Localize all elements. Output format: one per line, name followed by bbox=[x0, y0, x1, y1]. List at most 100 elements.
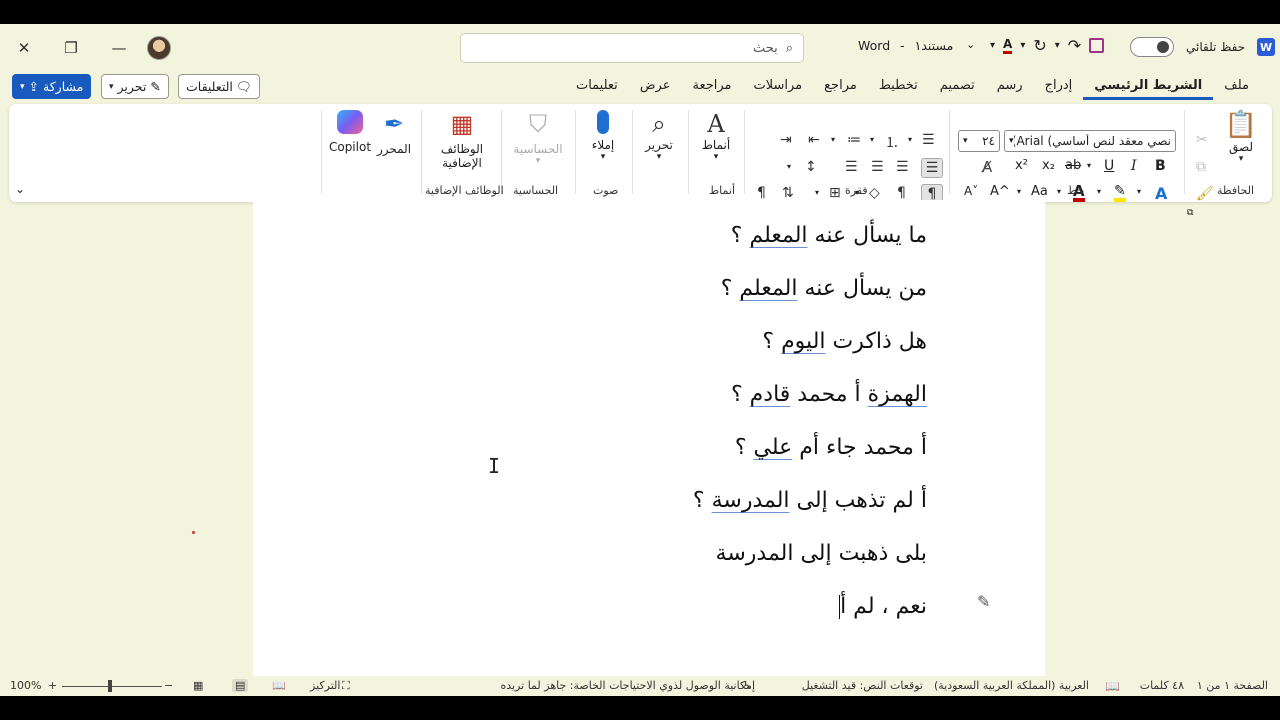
editor-suggestion-icon[interactable]: ✎ bbox=[977, 592, 990, 611]
font-size-combo[interactable]: ٢٤ ▾ bbox=[958, 130, 1000, 152]
tab-layout[interactable]: تخطيط bbox=[868, 74, 929, 100]
clear-formatting-icon[interactable]: A̸ bbox=[982, 158, 992, 176]
restore-icon[interactable]: ❐ bbox=[51, 28, 91, 68]
collapse-ribbon-icon[interactable]: ⌄ bbox=[15, 182, 25, 196]
cut-icon[interactable]: ✂ bbox=[1196, 132, 1208, 148]
show-marks-icon[interactable]: ¶ bbox=[757, 185, 766, 201]
accessibility-status[interactable]: إمكانية الوصول لذوي الاحتياجات الخاصة: ج… bbox=[500, 679, 755, 692]
focus-label[interactable]: التركيز bbox=[310, 679, 340, 692]
chevron-down-icon[interactable]: ▾ bbox=[1097, 187, 1101, 196]
multilevel-list-icon[interactable]: ≔ bbox=[847, 132, 861, 148]
superscript-button[interactable]: x² bbox=[1015, 158, 1028, 173]
align-center-icon[interactable]: ☰ bbox=[896, 159, 909, 175]
text-predictions[interactable]: توقعات النص: قيد التشغيل bbox=[802, 679, 923, 692]
chevron-down-icon[interactable]: ▾ bbox=[870, 135, 874, 144]
chevron-down-icon[interactable]: ▾ bbox=[1087, 161, 1091, 170]
sort-icon[interactable]: ⇅ bbox=[782, 185, 794, 201]
undo-icon[interactable]: ↷ bbox=[1068, 36, 1081, 55]
qat-more-icon[interactable]: ▾ bbox=[1020, 40, 1025, 51]
chevron-down-icon[interactable]: ▾ bbox=[787, 162, 791, 171]
line-spacing-icon[interactable]: ↕ bbox=[805, 159, 817, 175]
find-editing-button[interactable]: ⌕ تحرير ▾ bbox=[639, 110, 679, 162]
search-box[interactable]: ⌕ بحث bbox=[460, 33, 804, 63]
minimize-icon[interactable]: — bbox=[99, 28, 139, 68]
dictate-button[interactable]: إملاء ▾ bbox=[584, 110, 622, 162]
increase-indent-icon[interactable]: ⇥ bbox=[780, 132, 792, 148]
read-mode-icon[interactable]: 📖 bbox=[272, 679, 286, 692]
paste-button[interactable]: 📋 لصق ▾ bbox=[1221, 110, 1261, 164]
strikethrough-button[interactable]: ab bbox=[1065, 158, 1081, 173]
styles-button[interactable]: A أنماط ▾ bbox=[697, 110, 735, 162]
tab-draw[interactable]: رسم bbox=[986, 74, 1034, 100]
page-count[interactable]: الصفحة ١ من ١ bbox=[1197, 679, 1268, 692]
editor-button[interactable]: ✒ المحرر bbox=[375, 110, 413, 156]
bullets-icon[interactable]: ☰ bbox=[922, 132, 935, 148]
change-case-icon[interactable]: Aa bbox=[1031, 184, 1048, 199]
text-effects-icon[interactable]: A bbox=[1155, 184, 1167, 203]
shrink-font-icon[interactable]: A˅ bbox=[964, 184, 978, 198]
align-left-icon[interactable]: ☰ bbox=[871, 159, 884, 175]
zoom-slider[interactable] bbox=[62, 686, 162, 687]
italic-button[interactable]: I bbox=[1131, 158, 1137, 174]
shading-icon[interactable]: ◇ bbox=[869, 185, 880, 201]
zoom-level[interactable]: 100% bbox=[10, 679, 41, 692]
font-name-combo[interactable]: نصي معقد لنص أساسي) Arial) ▾ bbox=[1004, 130, 1176, 152]
zoom-slider-thumb[interactable] bbox=[108, 680, 112, 692]
close-icon[interactable]: ✕ bbox=[4, 28, 44, 68]
text-run: هل ذاكرت bbox=[825, 329, 928, 354]
borders-icon[interactable]: ⊞ bbox=[829, 185, 841, 201]
bold-button[interactable]: B bbox=[1155, 158, 1166, 174]
tab-view[interactable]: عرض bbox=[629, 74, 682, 100]
print-layout-icon[interactable]: ▤ bbox=[232, 679, 249, 692]
align-right-button[interactable]: ☰ bbox=[921, 158, 943, 178]
font-color-icon[interactable]: A bbox=[1003, 37, 1013, 54]
save-icon[interactable] bbox=[1089, 38, 1105, 53]
chevron-down-icon[interactable]: ▾ bbox=[815, 188, 819, 197]
copilot-button[interactable]: Copilot bbox=[329, 110, 371, 154]
language[interactable]: العربية (المملكة العربية السعودية) bbox=[934, 679, 1089, 692]
tab-insert[interactable]: إدراج bbox=[1034, 74, 1084, 100]
redo-icon[interactable]: ↻ bbox=[1033, 36, 1046, 55]
qat-more-icon[interactable]: ▾ bbox=[990, 40, 995, 51]
document-page[interactable]: ما يسأل عنه المعلم ؟ من يسأل عنه المعلم … bbox=[253, 200, 1045, 676]
subscript-button[interactable]: x₂ bbox=[1042, 158, 1055, 173]
highlight-icon[interactable]: ✎ bbox=[1114, 184, 1126, 202]
web-layout-icon[interactable]: ▦ bbox=[193, 679, 203, 692]
grow-font-icon[interactable]: A^ bbox=[990, 184, 1010, 199]
chevron-down-icon[interactable]: ▾ bbox=[831, 135, 835, 144]
justify-icon[interactable]: ☰ bbox=[845, 159, 858, 175]
word-count[interactable]: ٤٨ كلمات bbox=[1140, 679, 1184, 692]
share-button[interactable]: مشاركة ⇪ ▾ bbox=[12, 74, 92, 99]
focus-icon[interactable]: ⛶ bbox=[342, 679, 350, 693]
ltr-direction-icon[interactable]: ¶ bbox=[897, 185, 906, 201]
chevron-down-icon[interactable]: ▾ bbox=[1137, 187, 1141, 196]
format-painter-icon[interactable]: 🖌 bbox=[1196, 186, 1214, 202]
decrease-indent-icon[interactable]: ⇤ bbox=[808, 132, 820, 148]
proofing-icon[interactable]: 📖 bbox=[1105, 679, 1120, 693]
tab-design[interactable]: تصميم bbox=[929, 74, 986, 100]
numbering-icon[interactable]: ⒈ bbox=[885, 132, 899, 152]
copy-icon[interactable]: ⧉ bbox=[1196, 159, 1206, 175]
undo-dropdown-icon[interactable]: ▾ bbox=[1055, 40, 1060, 51]
zoom-out-icon[interactable]: − bbox=[164, 679, 173, 692]
tab-file[interactable]: ملف bbox=[1213, 74, 1260, 100]
chevron-down-icon[interactable]: ▾ bbox=[1057, 187, 1061, 196]
underline-button[interactable]: U bbox=[1104, 158, 1114, 174]
chevron-down-icon[interactable]: ▾ bbox=[908, 135, 912, 144]
editing-mode-button[interactable]: ✎ تحرير ▾ bbox=[101, 74, 169, 99]
chevron-down-icon[interactable]: ▾ bbox=[1017, 187, 1021, 196]
dialog-launcher-icon[interactable]: ⧉ bbox=[1187, 208, 1193, 218]
tab-home[interactable]: الشريط الرئيسي bbox=[1083, 74, 1214, 100]
sensitivity-button[interactable]: ⛉ الحساسية ▾ bbox=[507, 110, 569, 166]
addins-button[interactable]: ▦ الوظائف الإضافية bbox=[433, 110, 491, 170]
comments-button[interactable]: 🗨 التعليقات bbox=[178, 74, 260, 99]
tab-review[interactable]: مراجعة bbox=[681, 74, 742, 100]
zoom-in-icon[interactable]: + bbox=[48, 679, 57, 692]
text-run: ؟ bbox=[720, 276, 740, 301]
autosave-toggle[interactable] bbox=[1130, 37, 1174, 57]
tab-references[interactable]: مراجع bbox=[813, 74, 868, 100]
tab-help[interactable]: تعليمات bbox=[565, 74, 629, 100]
tab-mailings[interactable]: مراسلات bbox=[743, 74, 814, 100]
avatar[interactable] bbox=[147, 36, 171, 60]
title-dropdown-icon[interactable]: ⌄ bbox=[966, 38, 975, 51]
